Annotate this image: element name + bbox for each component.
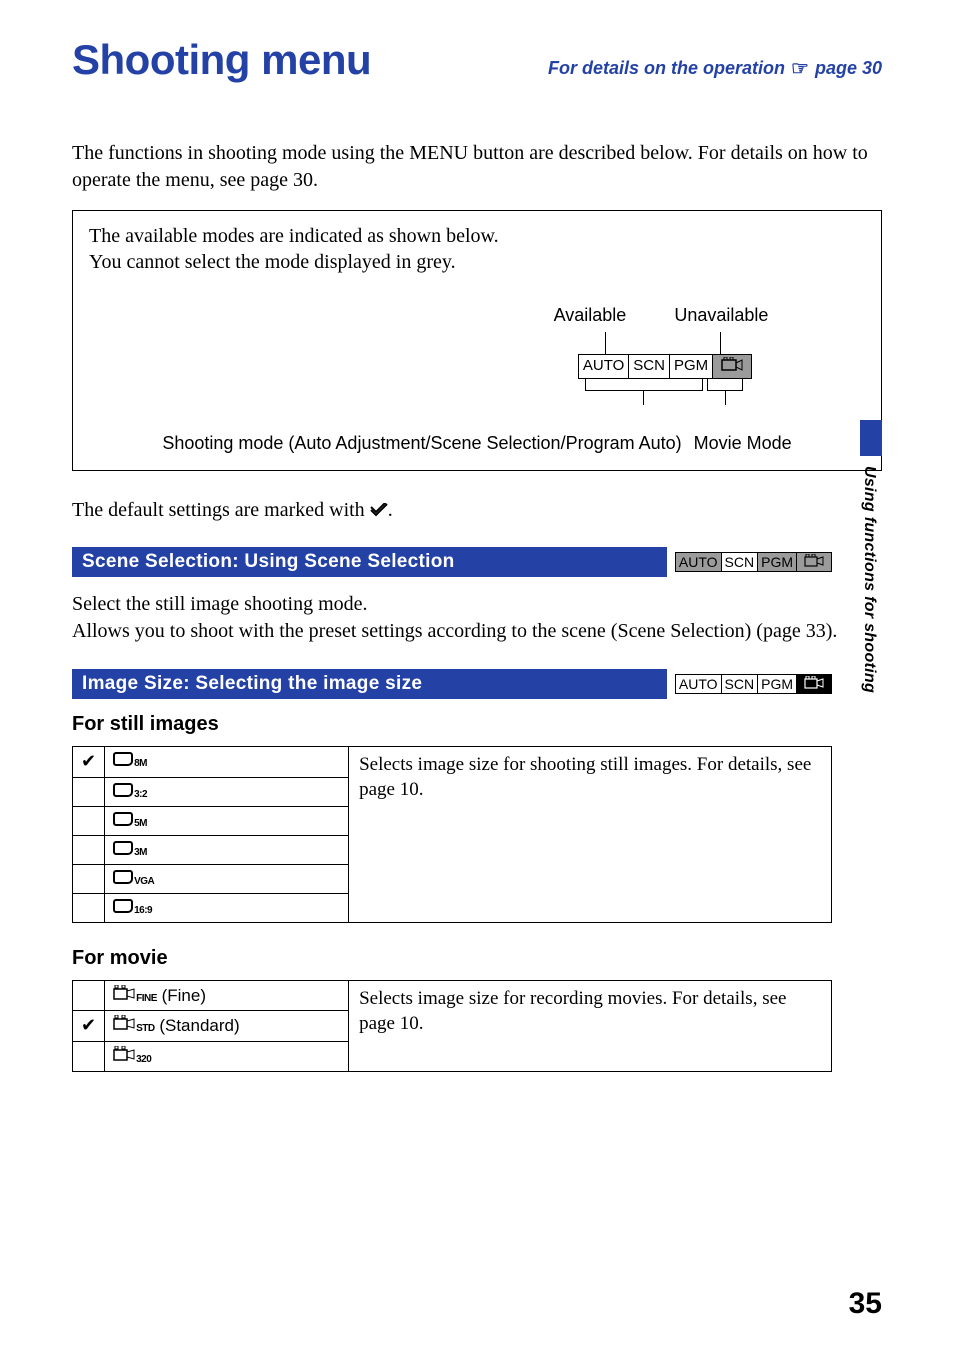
- mode-scn: SCN: [629, 355, 670, 378]
- image-size-icon: [113, 783, 133, 797]
- option-standard[interactable]: STD (Standard): [105, 1010, 349, 1041]
- section-bar-scene: Scene Selection: Using Scene Selection A…: [72, 547, 832, 577]
- table-row: FINE (Fine) Selects image size for recor…: [73, 980, 832, 1010]
- bracket-shooting: [585, 379, 703, 391]
- intro-paragraph: The functions in shooting mode using the…: [72, 140, 882, 194]
- diagram-brackets: [585, 379, 745, 405]
- option-320[interactable]: 320: [105, 1041, 349, 1071]
- scene-description: Select the still image shooting mode. Al…: [72, 591, 882, 645]
- movie-options-desc: Selects image size for recording movies.…: [349, 980, 832, 1071]
- option-suffix: (Fine): [157, 986, 206, 1005]
- option-16-9[interactable]: 16:9: [105, 893, 349, 922]
- label-unavailable: Unavailable: [674, 305, 768, 326]
- badge-scn: SCN: [722, 675, 759, 693]
- option-checkmark: [73, 893, 105, 922]
- image-size-icon: [113, 899, 133, 913]
- option-vga[interactable]: VGA: [105, 864, 349, 893]
- stem-unavailable: [720, 332, 721, 354]
- badge-auto: AUTO: [676, 553, 722, 571]
- option-checkmark: [73, 835, 105, 864]
- option-checkmark: ✔: [73, 746, 105, 777]
- header-page-ref: page 30: [815, 58, 882, 79]
- option-3m[interactable]: 3M: [105, 835, 349, 864]
- movie-size-icon: [113, 1015, 135, 1031]
- table-row: ✔ 8M Selects image size for shooting sti…: [73, 746, 832, 777]
- header-detail-link[interactable]: For details on the operation ☞ page 30: [548, 56, 882, 81]
- image-size-icon: [113, 752, 133, 766]
- option-fine[interactable]: FINE (Fine): [105, 980, 349, 1010]
- default-settings-note: The default settings are marked with .: [72, 499, 882, 523]
- option-5m[interactable]: 5M: [105, 806, 349, 835]
- option-checkmark: [73, 980, 105, 1010]
- checkmark-icon: [370, 500, 388, 523]
- mode-box-line1: The available modes are indicated as sho…: [89, 225, 499, 247]
- bracket-stem-left: [643, 391, 644, 405]
- mode-pgm: PGM: [670, 355, 713, 378]
- caption-movie-mode: Movie Mode: [694, 433, 792, 454]
- page-header: Shooting menu For details on the operati…: [72, 36, 882, 84]
- diagram-caption: Shooting mode (Auto Adjustment/Scene Sel…: [89, 433, 865, 454]
- still-images-heading: For still images: [72, 713, 882, 736]
- image-size-icon: [113, 870, 133, 884]
- section-title-scene: Scene Selection: Using Scene Selection: [72, 547, 667, 577]
- badge-pgm: PGM: [758, 553, 797, 571]
- scene-mode-badges: AUTO SCN PGM: [675, 552, 832, 572]
- side-tab-label: Using functions for shooting: [860, 466, 878, 693]
- section-bar-image-size: Image Size: Selecting the image size AUT…: [72, 669, 832, 699]
- section-title-image-size: Image Size: Selecting the image size: [72, 669, 667, 699]
- default-note-prefix: The default settings are marked with: [72, 499, 370, 521]
- image-size-icon: [113, 841, 133, 855]
- badge-auto: AUTO: [676, 675, 722, 693]
- movie-options-table: FINE (Fine) Selects image size for recor…: [72, 980, 832, 1072]
- badge-scn: SCN: [722, 553, 759, 571]
- mode-diagram: Available Unavailable AUTO SCN PGM: [89, 305, 865, 454]
- mode-movie-icon: [713, 355, 751, 378]
- still-options-desc: Selects image size for shooting still im…: [349, 746, 832, 922]
- default-note-suffix: .: [388, 499, 393, 521]
- option-checkmark: [73, 1041, 105, 1071]
- option-checkmark: [73, 777, 105, 806]
- mode-box-line2: You cannot select the mode displayed in …: [89, 251, 456, 273]
- mode-strip: AUTO SCN PGM: [578, 354, 752, 379]
- header-detail-text: For details on the operation: [548, 58, 785, 79]
- page-number: 35: [849, 1287, 882, 1321]
- pointing-hand-icon: ☞: [791, 56, 809, 81]
- option-checkmark: [73, 864, 105, 893]
- badge-movie-icon: [797, 553, 831, 571]
- movie-heading: For movie: [72, 947, 882, 970]
- still-image-options-table: ✔ 8M Selects image size for shooting sti…: [72, 746, 832, 923]
- option-checkmark: [73, 806, 105, 835]
- diagram-stems: [585, 332, 745, 354]
- mode-box-text: The available modes are indicated as sho…: [89, 223, 865, 275]
- page-container: Shooting menu For details on the operati…: [0, 0, 954, 1357]
- option-8m[interactable]: 8M: [105, 746, 349, 777]
- page-title: Shooting menu: [72, 36, 371, 84]
- label-available: Available: [554, 305, 627, 326]
- diagram-top-labels: Available Unavailable: [554, 305, 769, 326]
- badge-movie-icon: [797, 675, 831, 693]
- stem-available: [605, 332, 606, 354]
- side-tab-marker: [860, 420, 882, 456]
- option-3-2[interactable]: 3:2: [105, 777, 349, 806]
- side-tab: Using functions for shooting: [860, 420, 882, 693]
- bracket-stem-right: [725, 391, 726, 405]
- image-mode-badges: AUTO SCN PGM: [675, 674, 832, 694]
- movie-size-icon: [113, 985, 135, 1001]
- mode-availability-box: The available modes are indicated as sho…: [72, 210, 882, 471]
- movie-size-icon: [113, 1046, 135, 1062]
- caption-shooting-mode: Shooting mode (Auto Adjustment/Scene Sel…: [162, 433, 681, 454]
- badge-pgm: PGM: [758, 675, 797, 693]
- mode-auto: AUTO: [579, 355, 629, 378]
- option-checkmark: ✔: [73, 1010, 105, 1041]
- bracket-movie: [707, 379, 743, 391]
- option-suffix: (Standard): [155, 1016, 240, 1035]
- image-size-icon: [113, 812, 133, 826]
